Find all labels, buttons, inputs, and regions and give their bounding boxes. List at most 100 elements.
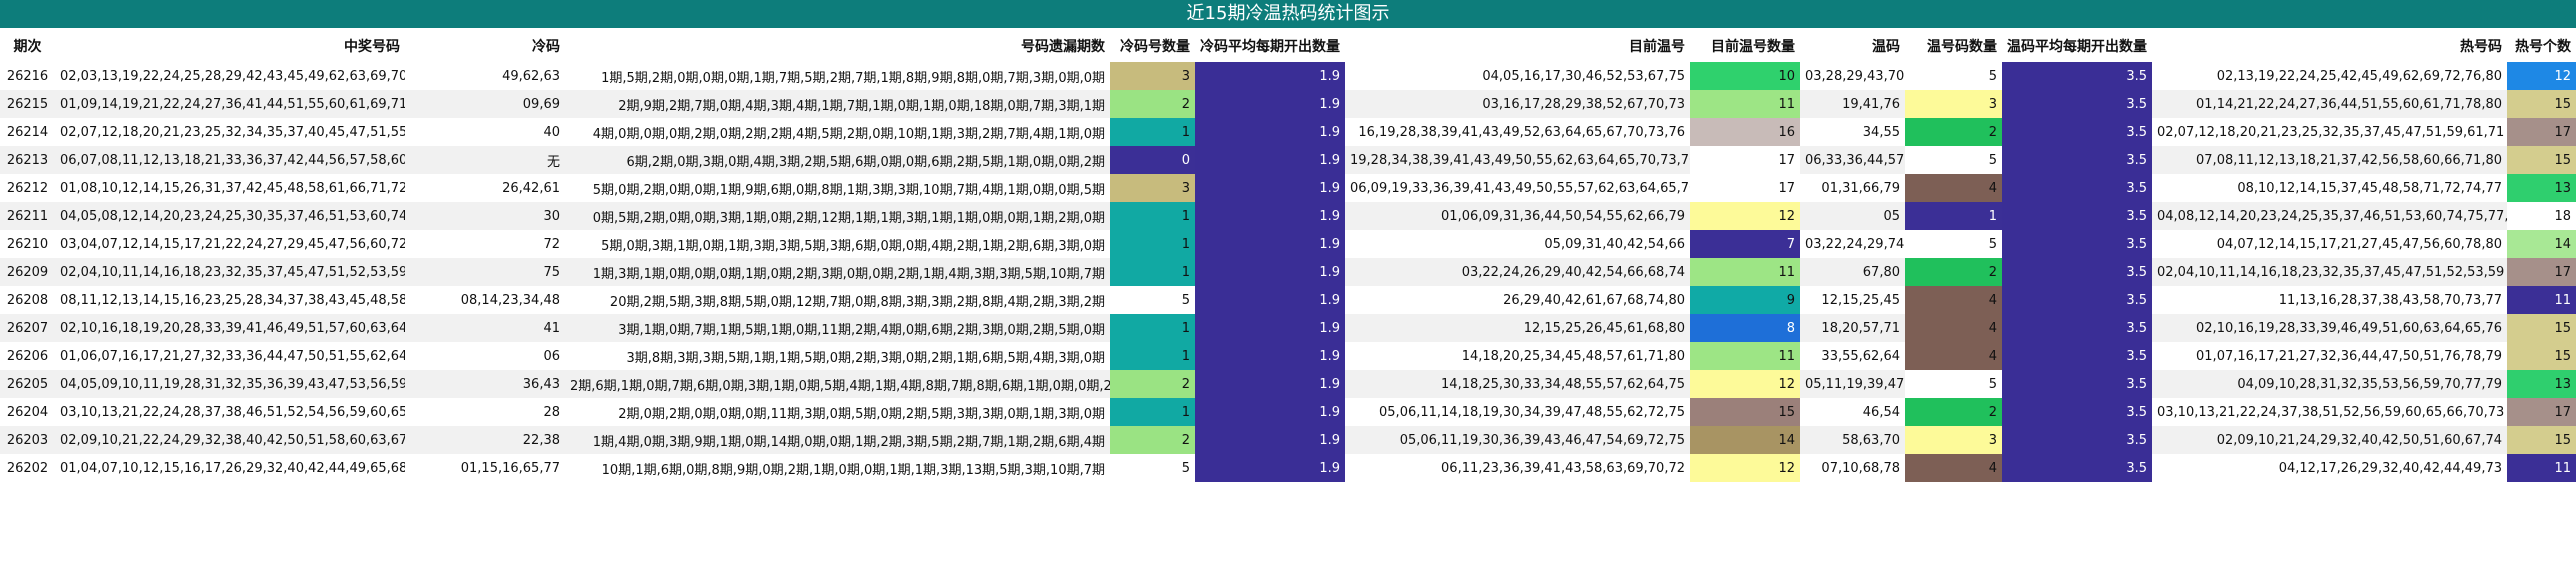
cell-hot-numbers: 02,04,10,11,14,16,18,23,32,35,37,45,47,5… xyxy=(2152,258,2507,286)
cell-period: 26206 xyxy=(6,348,49,364)
cell-warm-avg: 3.5 xyxy=(2002,426,2152,454)
cell-cold-avg: 1.9 xyxy=(1195,258,1345,286)
header-period: 期次 xyxy=(13,39,42,55)
table-row: 26204 03,10,13,21,22,24,28,37,38,46,51,52… xyxy=(0,398,2576,426)
cell-cold-count: 1 xyxy=(1110,342,1195,370)
cell-cold-avg: 1.9 xyxy=(1195,62,1345,90)
cell-warm-now-count: 12 xyxy=(1690,370,1800,398)
cell-warm-count: 3 xyxy=(1905,426,2002,454)
cell-cold-avg: 1.9 xyxy=(1195,426,1345,454)
cell-hot-count: 17 xyxy=(2507,118,2576,146)
cell-warm-now-count: 12 xyxy=(1690,454,1800,482)
stats-table: 期次 中奖号码 冷码 号码遗漏期数 冷码号数量 冷码平均每期开出数量 目前温号 … xyxy=(0,30,2576,482)
cell-hot-count: 12 xyxy=(2507,62,2576,90)
cell-hot-numbers: 08,10,12,14,15,37,45,48,58,71,72,74,77 xyxy=(2237,180,2502,196)
header-cold-numbers: 冷码 xyxy=(532,39,560,55)
table-row: 26206 01,06,07,16,17,21,27,32,33,36,44,47… xyxy=(0,342,2576,370)
cell-cold-avg: 1.9 xyxy=(1195,118,1345,146)
cell-warm: 05 xyxy=(1800,202,1905,230)
cell-warm-now-count: 8 xyxy=(1690,314,1800,342)
cell-cold-numbers: 06 xyxy=(543,348,560,364)
table-row: 26213 06,07,08,11,12,13,18,21,33,36,37,42… xyxy=(0,146,2576,174)
cell-miss-periods: 1期,5期,2期,0期,0期,0期,1期,7期,5期,2期,7期,1期,8期,9… xyxy=(601,70,1105,86)
cell-cold-count: 2 xyxy=(1110,90,1195,118)
header-row: 期次 中奖号码 冷码 号码遗漏期数 冷码号数量 冷码平均每期开出数量 目前温号 … xyxy=(0,30,2576,62)
cell-miss-periods: 20期,2期,5期,3期,8期,5期,0期,12期,7期,0期,8期,3期,3期… xyxy=(609,294,1105,310)
cell-hot-count: 15 xyxy=(2507,314,2576,342)
cell-cold-numbers: 01,15,16,65,77 xyxy=(460,460,560,476)
table-row: 26210 03,04,07,12,14,15,17,21,22,24,27,29… xyxy=(0,230,2576,258)
cell-cold-avg: 1.9 xyxy=(1195,146,1345,174)
cell-winning-numbers: 08,11,12,13,14,15,16,23,25,28,34,37,38,4… xyxy=(60,292,405,308)
cell-miss-periods: 0期,5期,2期,0期,0期,3期,1期,0期,2期,12期,1期,1期,3期,… xyxy=(565,202,1110,230)
cell-warm-now-count: 11 xyxy=(1690,258,1800,286)
cell-miss-periods: 4期,0期,0期,0期,2期,0期,2期,2期,4期,5期,2期,0期,10期,… xyxy=(592,126,1105,142)
cell-warm-count: 2 xyxy=(1905,258,2002,286)
cell-warm: 19,41,76 xyxy=(1800,90,1905,118)
cell-warm-now-count: 10 xyxy=(1690,62,1800,90)
cell-warm-now: 14,18,25,30,33,34,48,55,57,62,64,75 xyxy=(1345,370,1690,398)
cell-winning-numbers: 06,07,08,11,12,13,18,21,33,36,37,42,44,5… xyxy=(55,146,405,174)
cell-cold-avg: 1.9 xyxy=(1195,454,1345,482)
header-winning-numbers: 中奖号码 xyxy=(344,39,400,55)
cell-winning-numbers: 02,10,16,18,19,20,28,33,39,41,46,49,51,5… xyxy=(55,314,405,342)
cell-warm-now-count: 7 xyxy=(1690,230,1800,258)
cell-warm-count: 5 xyxy=(1905,230,2002,258)
cell-warm-count: 5 xyxy=(1905,146,2002,174)
cell-warm-avg: 3.5 xyxy=(2002,454,2152,482)
header-warm-avg: 温码平均每期开出数量 xyxy=(2007,39,2147,55)
cell-cold-numbers: 26,42,61 xyxy=(502,180,560,196)
cell-cold-numbers: 08,14,23,34,48 xyxy=(460,292,560,308)
cell-hot-numbers: 02,07,12,18,20,21,23,25,32,35,37,45,47,5… xyxy=(2157,124,2505,140)
cell-cold-count: 3 xyxy=(1110,62,1195,90)
cell-hot-count: 14 xyxy=(2507,230,2576,258)
cell-warm-avg: 3.5 xyxy=(2002,174,2152,202)
cell-period: 26209 xyxy=(0,258,55,286)
table-row: 26216 02,03,13,19,22,24,25,28,29,42,43,45… xyxy=(0,62,2576,90)
cell-warm: 03,28,29,43,70 xyxy=(1805,68,1905,84)
cell-miss-periods: 2期,0期,2期,0期,0期,0期,11期,3期,0期,5期,0期,2期,5期,… xyxy=(618,406,1105,422)
cell-warm: 01,31,66,79 xyxy=(1821,180,1900,196)
cell-hot-count: 13 xyxy=(2507,174,2576,202)
cell-cold-numbers: 49,62,63 xyxy=(502,68,560,84)
header-hot-numbers: 热号码 xyxy=(2460,39,2502,55)
cell-warm-now-count: 11 xyxy=(1690,342,1800,370)
cell-hot-numbers: 04,09,10,28,31,32,35,53,56,59,70,77,79 xyxy=(2152,370,2507,398)
cell-warm-now: 03,22,24,26,29,40,42,54,66,68,74 xyxy=(1345,258,1690,286)
header-hot-count: 热号个数 xyxy=(2515,39,2571,55)
cell-cold-count: 1 xyxy=(1110,118,1195,146)
cell-warm-now-count: 11 xyxy=(1690,90,1800,118)
cell-warm-count: 5 xyxy=(1905,370,2002,398)
cell-hot-count: 17 xyxy=(2507,398,2576,426)
table-row: 26214 02,07,12,18,20,21,23,25,32,34,35,37… xyxy=(0,118,2576,146)
cell-hot-numbers: 03,10,13,21,22,24,37,38,51,52,56,59,60,6… xyxy=(2157,404,2505,420)
cell-warm-now: 12,15,25,26,45,61,68,80 xyxy=(1345,314,1690,342)
cell-winning-numbers: 01,04,07,10,12,15,16,17,26,29,32,40,42,4… xyxy=(60,460,405,476)
cell-warm-now-count: 17 xyxy=(1690,146,1800,174)
cell-warm-count: 4 xyxy=(1905,314,2002,342)
cell-cold-count: 5 xyxy=(1110,454,1195,482)
cell-warm: 67,80 xyxy=(1800,258,1905,286)
table-row: 26212 01,08,10,12,14,15,26,31,37,42,45,48… xyxy=(0,174,2576,202)
cell-cold-avg: 1.9 xyxy=(1195,174,1345,202)
cell-warm: 12,15,25,45 xyxy=(1821,292,1900,308)
cell-cold-count: 2 xyxy=(1110,426,1195,454)
cell-winning-numbers: 02,09,10,21,22,24,29,32,38,40,42,50,51,5… xyxy=(55,426,405,454)
cell-warm: 06,33,36,44,57 xyxy=(1800,146,1905,174)
cell-winning-numbers: 01,08,10,12,14,15,26,31,37,42,45,48,58,6… xyxy=(60,180,405,196)
cell-hot-numbers: 01,14,21,22,24,27,36,44,51,55,60,61,71,7… xyxy=(2152,90,2507,118)
cell-miss-periods: 2期,6期,1期,0期,7期,6期,0期,3期,1期,0期,5期,4期,1期,4… xyxy=(565,370,1110,398)
cell-winning-numbers: 01,09,14,19,21,22,24,27,36,41,44,51,55,6… xyxy=(55,90,405,118)
table-row: 26205 04,05,09,10,11,19,28,31,32,35,36,39… xyxy=(0,370,2576,398)
cell-miss-periods: 3期,8期,3期,3期,5期,1期,1期,5期,0期,2期,3期,0期,2期,1… xyxy=(626,350,1105,366)
cell-warm-avg: 3.5 xyxy=(2002,230,2152,258)
cell-warm-avg: 3.5 xyxy=(2002,286,2152,314)
cell-period: 26202 xyxy=(6,460,49,476)
cell-period: 26205 xyxy=(0,370,55,398)
cell-winning-numbers: 02,04,10,11,14,16,18,23,32,35,37,45,47,5… xyxy=(55,258,405,286)
cell-hot-numbers: 07,08,11,12,13,18,21,37,42,56,58,60,66,7… xyxy=(2152,146,2507,174)
cell-warm-now: 05,09,31,40,42,54,66 xyxy=(1544,236,1685,252)
cell-warm-avg: 3.5 xyxy=(2002,258,2152,286)
cell-warm-now-count: 12 xyxy=(1690,202,1800,230)
cell-hot-numbers: 04,07,12,14,15,17,21,27,45,47,56,60,78,8… xyxy=(2216,236,2502,252)
